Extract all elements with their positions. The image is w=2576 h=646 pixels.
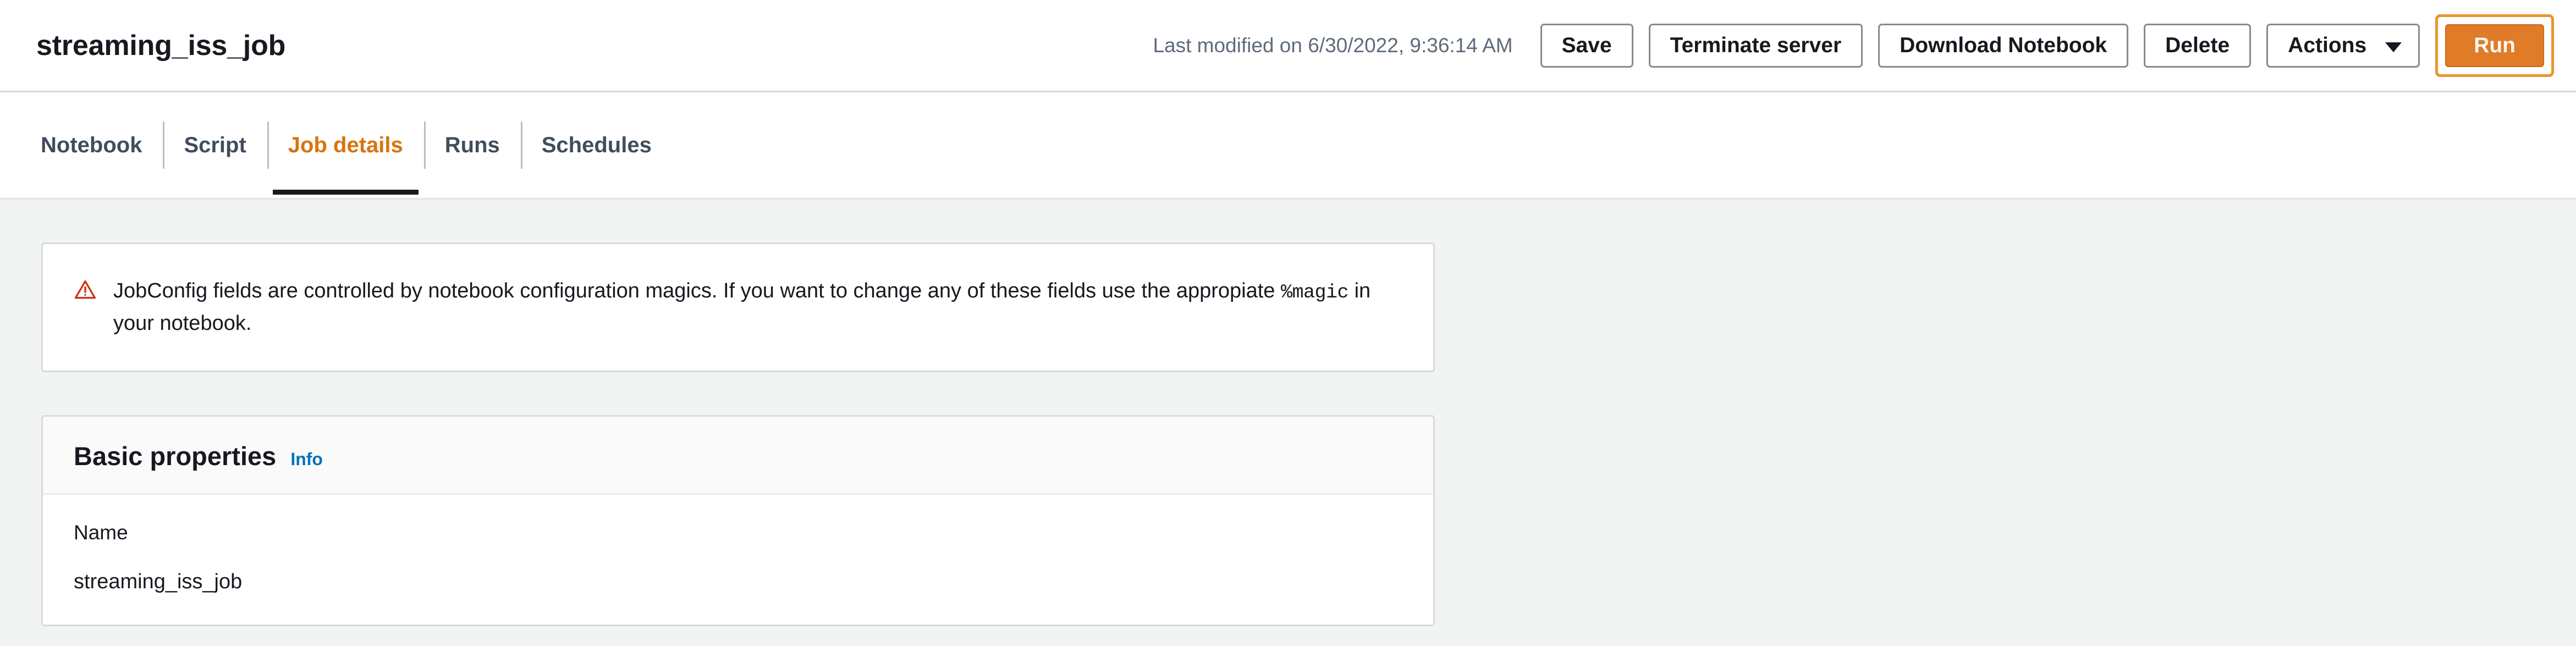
warning-text-before: JobConfig fields are controlled by noteb… <box>113 279 1281 302</box>
chevron-down-icon <box>2385 42 2402 52</box>
download-notebook-button[interactable]: Download Notebook <box>1878 23 2129 68</box>
jobconfig-warning-alert: JobConfig fields are controlled by noteb… <box>41 242 1435 373</box>
basic-properties-title: Basic properties <box>74 441 277 471</box>
tab-notebook[interactable]: Notebook <box>20 92 163 198</box>
delete-button[interactable]: Delete <box>2144 23 2252 68</box>
tab-schedules-label: Schedules <box>541 132 652 157</box>
terminate-server-button[interactable]: Terminate server <box>1648 23 1863 68</box>
tab-runs[interactable]: Runs <box>424 92 521 198</box>
warning-alert-text: JobConfig fields are controlled by noteb… <box>113 275 1395 340</box>
tab-notebook-label: Notebook <box>41 132 142 157</box>
tab-script-label: Script <box>184 132 246 157</box>
tab-runs-label: Runs <box>444 132 500 157</box>
basic-properties-header: Basic properties Info <box>43 417 1433 495</box>
page-header: streaming_iss_job Last modified on 6/30/… <box>0 0 2576 92</box>
page-title: streaming_iss_job <box>36 29 286 62</box>
tab-script[interactable]: Script <box>163 92 267 198</box>
actions-dropdown-label: Actions <box>2288 33 2367 57</box>
last-modified-timestamp: Last modified on 6/30/2022, 9:36:14 AM <box>1153 34 1513 57</box>
tab-job-details-label: Job details <box>288 132 403 157</box>
run-button-focus-ring: Run <box>2435 14 2554 77</box>
run-button[interactable]: Run <box>2445 24 2544 67</box>
basic-properties-info-link[interactable]: Info <box>290 449 323 470</box>
warning-magic-code: %magic <box>1281 281 1349 303</box>
basic-properties-card: Basic properties Info Name streaming_iss… <box>41 415 1435 627</box>
save-button[interactable]: Save <box>1540 23 1633 68</box>
actions-dropdown-button[interactable]: Actions <box>2266 23 2420 68</box>
header-actions-toolbar: Last modified on 6/30/2022, 9:36:14 AM S… <box>1153 14 2554 77</box>
basic-properties-body: Name streaming_iss_job <box>43 495 1433 625</box>
name-field-value: streaming_iss_job <box>74 570 243 594</box>
tab-schedules[interactable]: Schedules <box>521 92 673 198</box>
main-content: JobConfig fields are controlled by noteb… <box>0 198 2576 646</box>
tab-bar: Notebook Script Job details Runs Schedul… <box>0 92 2576 198</box>
tab-job-details[interactable]: Job details <box>267 92 424 198</box>
name-field-label: Name <box>74 521 128 544</box>
warning-triangle-icon <box>74 278 97 304</box>
